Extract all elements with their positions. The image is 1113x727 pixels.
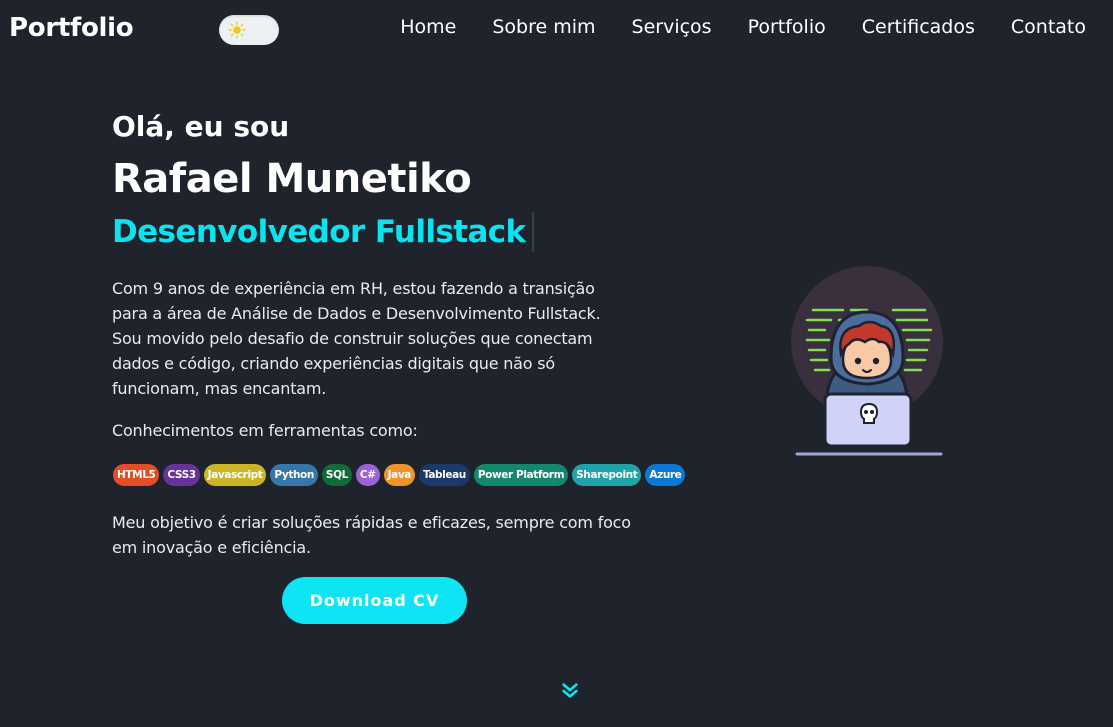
skill-badge-html5: HTML5 [113, 464, 160, 486]
main-nav: Home Sobre mim Serviços Portfolio Certif… [400, 16, 1086, 38]
skill-badge-sql: SQL [321, 464, 352, 486]
skills-label: Conhecimentos em ferramentas como: [112, 421, 418, 440]
skill-badge-power-platform: Power Platform [473, 464, 569, 486]
nav-contato[interactable]: Contato [1011, 16, 1086, 38]
role-line: Desenvolvedor Fullstack [112, 212, 534, 252]
skill-badge-csharp: C# [355, 464, 380, 486]
theme-toggle[interactable] [219, 15, 279, 45]
skill-badge-javascript: Javascript [203, 464, 267, 486]
nav-portfolio[interactable]: Portfolio [748, 16, 826, 38]
skill-badge-sharepoint: Sharepoint [572, 464, 642, 486]
hacker-laptop-illustration [791, 266, 943, 456]
skill-badge-python: Python [270, 464, 318, 486]
download-cv-button[interactable]: Download CV [282, 577, 467, 624]
skill-badge-java: Java [383, 464, 415, 486]
double-chevron-down-icon[interactable] [561, 682, 579, 700]
goal-paragraph: Meu objetivo é criar soluções rápidas e … [112, 513, 631, 557]
nav-certificados[interactable]: Certificados [862, 16, 975, 38]
skill-badge-azure: Azure [645, 464, 686, 486]
typing-caret [531, 212, 534, 252]
nav-home[interactable]: Home [400, 16, 456, 38]
hero-name: Rafael Munetiko [112, 156, 472, 202]
intro-paragraph: Com 9 anos de experiência em RH, estou f… [112, 279, 601, 398]
nav-servicos[interactable]: Serviços [632, 16, 712, 38]
greeting: Olá, eu sou [112, 110, 290, 143]
hero-role: Desenvolvedor Fullstack [112, 214, 526, 250]
nav-sobre-mim[interactable]: Sobre mim [492, 16, 595, 38]
brand-logo[interactable]: Portfolio [9, 13, 134, 43]
skill-badges: HTML5 CSS3 Javascript Python SQL C# Java… [113, 464, 686, 486]
sun-icon [228, 21, 246, 39]
skill-badge-tableau: Tableau [418, 464, 470, 486]
page: Portfolio Home Sobre mim Serviços Portfo… [0, 0, 1113, 727]
skill-badge-css3: CSS3 [163, 464, 200, 486]
